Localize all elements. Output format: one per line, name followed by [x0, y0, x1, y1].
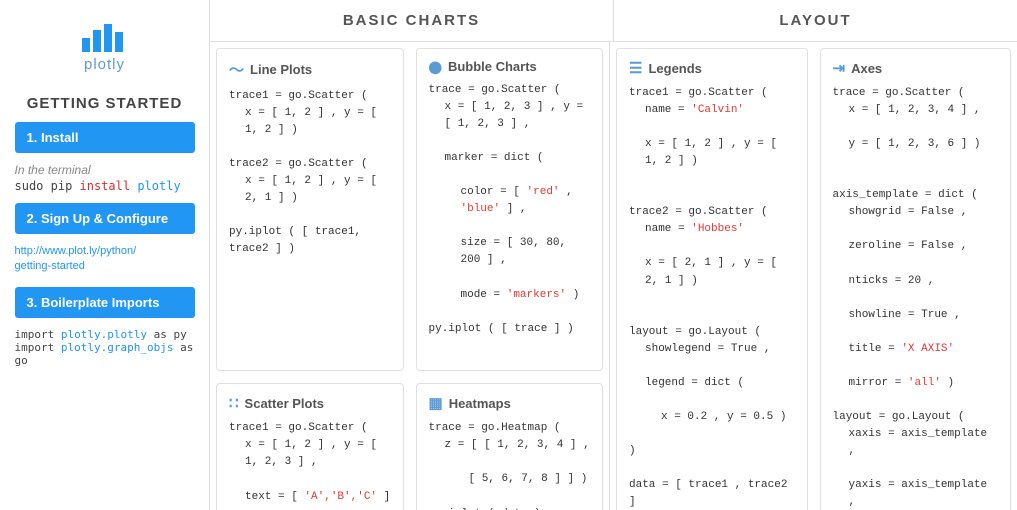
step2-link: http://www.plot.ly/python/getting-starte… — [15, 244, 195, 275]
line-plots-code: trace1 = go.Scatter ( x = [ 1, 2 ] , y =… — [229, 88, 391, 258]
step1-desc: In the terminal — [15, 163, 195, 177]
top-header-row: BASIC CHARTS LAYOUT — [210, 0, 1017, 42]
bubble-charts-card: ⬤ Bubble Charts trace = go.Scatter ( x =… — [416, 48, 604, 371]
heatmaps-code: trace = go.Heatmap ( z = [ [ 1, 2, 3, 4 … — [429, 420, 591, 510]
bubble-charts-title: ⬤ Bubble Charts — [429, 59, 591, 74]
legends-code: trace1 = go.Scatter ( name = 'Calvin' x … — [629, 85, 795, 510]
layout-header: LAYOUT — [614, 0, 1017, 41]
heatmaps-title: ▦ Heatmaps — [429, 394, 591, 412]
step3-section: import plotly.plotly as py import plotly… — [15, 324, 195, 367]
layout-section: ☰ Legends trace1 = go.Scatter ( name = '… — [610, 42, 1017, 510]
step3-code1: import plotly.plotly as py — [15, 328, 195, 341]
plotly-logo-icon — [80, 16, 130, 56]
heatmaps-icon: ▦ — [429, 394, 443, 412]
scatter-plots-card: ∷ Scatter Plots trace1 = go.Scatter ( x … — [216, 383, 404, 510]
sidebar: plotly GETTING STARTED 1. Install In the… — [0, 0, 210, 510]
scatter-plots-code: trace1 = go.Scatter ( x = [ 1, 2 ] , y =… — [229, 420, 391, 510]
axes-title: ⇥ Axes — [833, 59, 999, 77]
bubble-charts-icon: ⬤ — [429, 60, 442, 74]
legends-icon: ☰ — [629, 59, 642, 77]
line-plots-title: 〜 Line Plots — [229, 59, 391, 80]
step1-sudo: sudo pip — [15, 179, 80, 193]
logo-area: plotly — [80, 16, 130, 73]
step2-button[interactable]: 2. Sign Up & Configure — [15, 203, 195, 234]
step1-button[interactable]: 1. Install — [15, 122, 195, 153]
line-plots-card: 〜 Line Plots trace1 = go.Scatter ( x = [… — [216, 48, 404, 371]
main-content: BASIC CHARTS LAYOUT 〜 Line Plots trace1 … — [210, 0, 1017, 510]
logo-text: plotly — [84, 56, 125, 73]
step1-install-kw: install — [80, 179, 131, 193]
legends-title: ☰ Legends — [629, 59, 795, 77]
step1-plotly-lib: plotly — [130, 179, 181, 193]
content-row: 〜 Line Plots trace1 = go.Scatter ( x = [… — [210, 42, 1017, 510]
step1-code: sudo pip install plotly — [15, 179, 195, 193]
legends-card: ☰ Legends trace1 = go.Scatter ( name = '… — [616, 48, 808, 510]
basic-section: 〜 Line Plots trace1 = go.Scatter ( x = [… — [210, 42, 610, 510]
line-plots-icon: 〜 — [229, 59, 244, 80]
step2-section: http://www.plot.ly/python/getting-starte… — [15, 240, 195, 277]
axes-icon: ⇥ — [833, 59, 846, 77]
bubble-charts-code: trace = go.Scatter ( x = [ 1, 2, 3 ] , y… — [429, 82, 591, 338]
scatter-plots-icon: ∷ — [229, 394, 239, 412]
step3-button[interactable]: 3. Boilerplate Imports — [15, 287, 195, 318]
basic-charts-header: BASIC CHARTS — [210, 0, 614, 41]
getting-started-heading: GETTING STARTED — [15, 95, 195, 112]
step3-code2: import plotly.graph_objs as go — [15, 341, 195, 367]
scatter-plots-title: ∷ Scatter Plots — [229, 394, 391, 412]
step1-section: In the terminal sudo pip install plotly — [15, 159, 195, 193]
heatmaps-card: ▦ Heatmaps trace = go.Heatmap ( z = [ [ … — [416, 383, 604, 510]
axes-code: trace = go.Scatter ( x = [ 1, 2, 3, 4 ] … — [833, 85, 999, 510]
axes-card: ⇥ Axes trace = go.Scatter ( x = [ 1, 2, … — [820, 48, 1012, 510]
